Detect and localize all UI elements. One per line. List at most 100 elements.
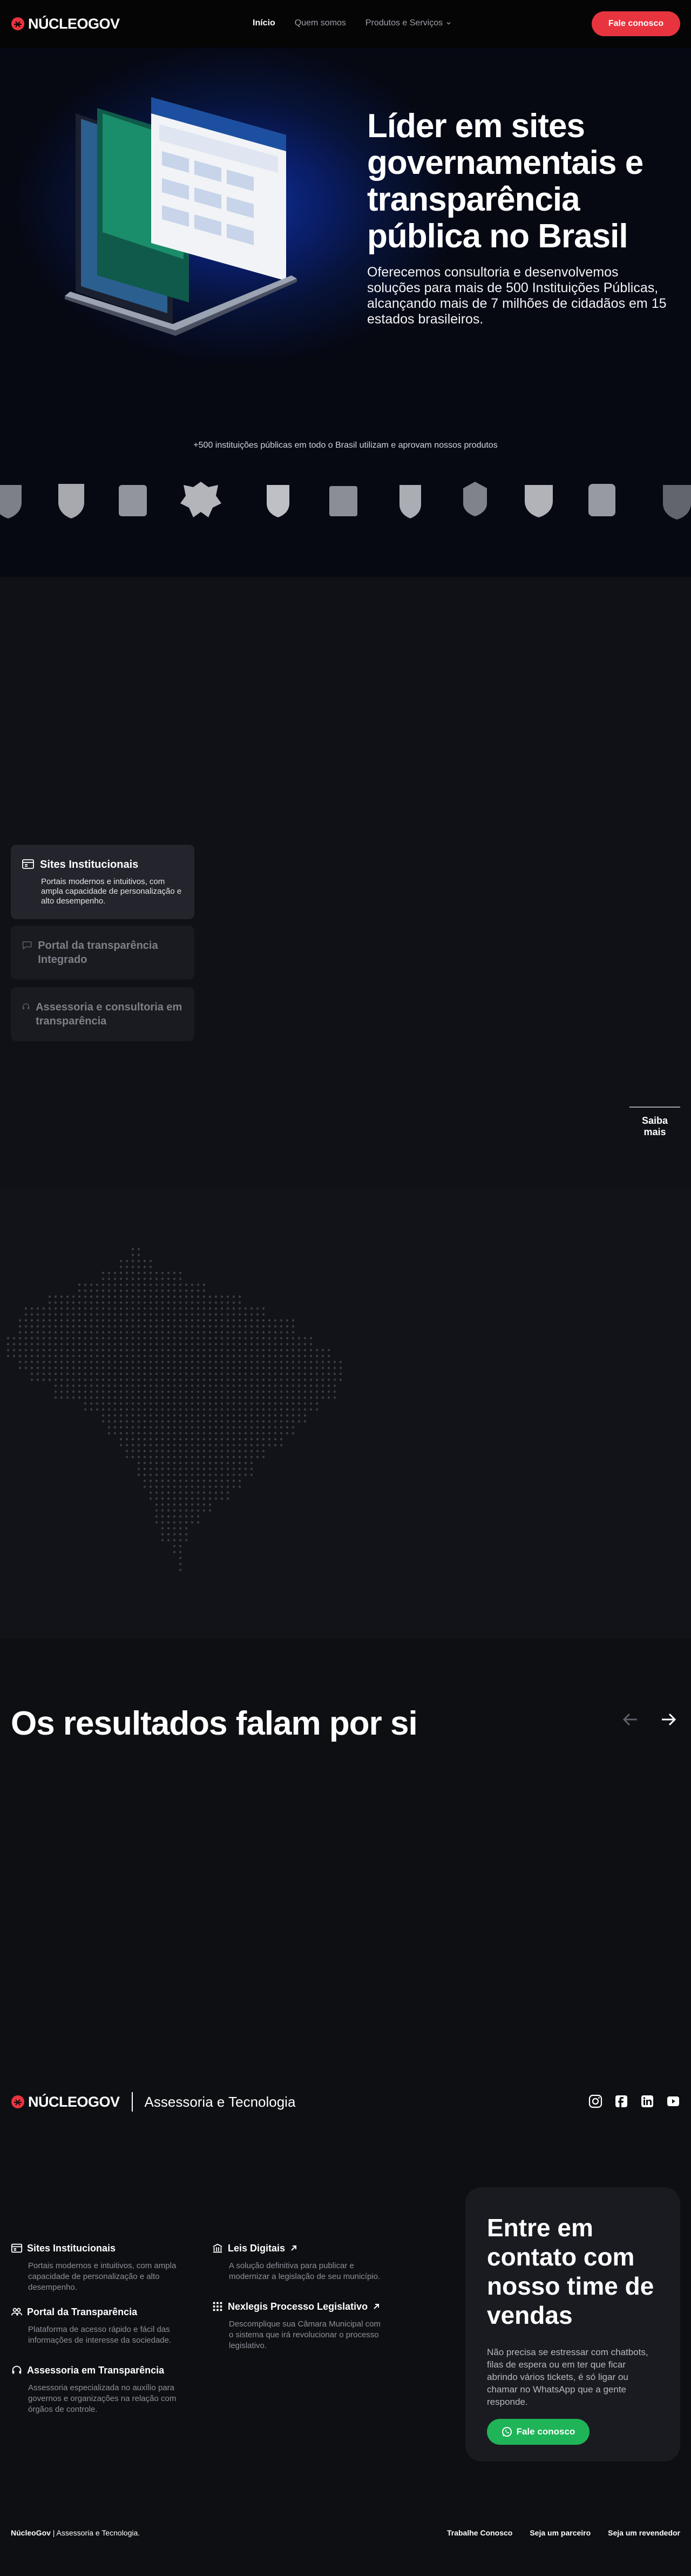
- map-dot: [309, 1354, 313, 1358]
- product-card-portal[interactable]: Portal da transparência Integrado: [11, 926, 194, 980]
- map-dot: [232, 1319, 235, 1322]
- map-dot: [167, 1491, 170, 1494]
- nav-link-produtos[interactable]: Produtos e Serviços: [365, 18, 451, 28]
- map-dot: [161, 1426, 164, 1429]
- map-dot: [262, 1313, 265, 1316]
- contact-button[interactable]: Fale conosco: [592, 11, 680, 36]
- map-dot: [149, 1259, 152, 1263]
- map-dot: [107, 1402, 111, 1405]
- map-dot: [208, 1325, 212, 1328]
- map-dot: [274, 1348, 277, 1352]
- map-dot: [179, 1319, 182, 1322]
- map-dot: [292, 1354, 295, 1358]
- instagram-icon[interactable]: [588, 2094, 602, 2108]
- footer-product-leis[interactable]: Leis Digitais A solução definitiva para …: [212, 2242, 384, 2282]
- nav-link-inicio[interactable]: Início: [253, 18, 275, 28]
- map-dot: [119, 1390, 123, 1393]
- map-dot: [161, 1515, 164, 1518]
- map-dot: [202, 1372, 206, 1375]
- footer: NÚCLEOGOV Assessoria e Tecnologia Sites …: [0, 2053, 691, 2576]
- learn-more-link[interactable]: Saiba mais: [629, 1107, 680, 1138]
- map-dot: [214, 1449, 218, 1453]
- map-dot: [238, 1307, 241, 1310]
- footer-link-parceiro[interactable]: Seja um parceiro: [530, 2528, 591, 2537]
- map-dot: [321, 1372, 324, 1375]
- map-dot: [125, 1390, 128, 1393]
- map-dot: [90, 1295, 93, 1298]
- map-dot: [238, 1455, 241, 1459]
- facebook-icon[interactable]: [614, 2094, 628, 2108]
- footer-product-portal[interactable]: Portal da Transparência Plataforma de ac…: [11, 2306, 184, 2346]
- map-dot: [131, 1253, 134, 1257]
- footer-link-trabalhe[interactable]: Trabalhe Conosco: [447, 2528, 512, 2537]
- map-dot: [238, 1479, 241, 1482]
- map-dot: [90, 1343, 93, 1346]
- map-dot: [90, 1396, 93, 1399]
- arrow-right-icon[interactable]: [658, 1709, 679, 1730]
- map-dot: [84, 1295, 87, 1298]
- map-dot: [137, 1307, 140, 1310]
- map-dot: [18, 1360, 22, 1364]
- product-card-label: Portal da transparência Integrado: [38, 940, 158, 966]
- map-dot: [197, 1307, 200, 1310]
- map-dot: [18, 1343, 22, 1346]
- arrow-left-icon[interactable]: [620, 1709, 641, 1730]
- product-card-assessoria[interactable]: Assessoria e consultoria em transparênci…: [11, 987, 194, 1041]
- hero-section: Líder em sites governamentais e transpar…: [0, 48, 691, 577]
- footer-product-nexlegis[interactable]: Nexlegis Processo Legislativo Descompliq…: [212, 2301, 384, 2351]
- map-dot: [131, 1360, 134, 1364]
- map-dot: [327, 1354, 330, 1358]
- youtube-icon[interactable]: [666, 2094, 680, 2108]
- footer-product-assessoria[interactable]: Assessoria em Transparência Assessoria e…: [11, 2364, 184, 2415]
- map-dot: [30, 1337, 33, 1340]
- map-dot: [66, 1337, 69, 1340]
- map-dot: [214, 1461, 218, 1465]
- map-dot: [280, 1396, 283, 1399]
- map-dot: [191, 1390, 194, 1393]
- brand-logo[interactable]: NÚCLEOGOV: [11, 16, 120, 32]
- map-dot: [244, 1473, 247, 1476]
- map-dot: [268, 1444, 271, 1447]
- map-dot: [107, 1337, 111, 1340]
- map-dot: [36, 1331, 39, 1334]
- map-dot: [161, 1325, 164, 1328]
- map-dot: [60, 1360, 63, 1364]
- map-dot: [54, 1337, 57, 1340]
- map-dot: [119, 1319, 123, 1322]
- map-dot: [42, 1354, 45, 1358]
- map-dot: [226, 1307, 229, 1310]
- map-dot: [256, 1307, 259, 1310]
- product-card-sites[interactable]: Sites Institucionais Portais modernos e …: [11, 845, 194, 919]
- map-dot: [72, 1360, 75, 1364]
- map-dot: [315, 1348, 319, 1352]
- map-dot: [48, 1348, 51, 1352]
- map-dot: [155, 1343, 158, 1346]
- whatsapp-contact-button[interactable]: Fale conosco: [487, 2419, 590, 2445]
- map-dot: [155, 1473, 158, 1476]
- map-dot: [191, 1432, 194, 1435]
- map-dot: [149, 1408, 152, 1411]
- footer-logo[interactable]: NÚCLEOGOV: [11, 2094, 120, 2110]
- map-dot: [238, 1360, 241, 1364]
- map-dot: [179, 1289, 182, 1292]
- nav-link-quem-somos[interactable]: Quem somos: [295, 18, 346, 28]
- map-dot: [125, 1289, 128, 1292]
- linkedin-icon[interactable]: [640, 2094, 654, 2108]
- map-dot: [78, 1343, 81, 1346]
- map-dot: [268, 1331, 271, 1334]
- map-dot: [208, 1408, 212, 1411]
- map-dot: [333, 1390, 336, 1393]
- map-dot: [167, 1313, 170, 1316]
- map-dot: [161, 1527, 164, 1530]
- map-dot: [297, 1390, 301, 1393]
- map-dot: [90, 1366, 93, 1370]
- map-dot: [208, 1420, 212, 1423]
- map-dot: [101, 1366, 105, 1370]
- map-dot: [208, 1366, 212, 1370]
- map-dot: [125, 1277, 128, 1280]
- map-dot: [131, 1283, 134, 1286]
- footer-link-revendedor[interactable]: Seja um revendedor: [608, 2528, 680, 2537]
- map-dot: [256, 1325, 259, 1328]
- map-dot: [66, 1313, 69, 1316]
- footer-product-sites[interactable]: Sites Institucionais Portais modernos e …: [11, 2242, 184, 2293]
